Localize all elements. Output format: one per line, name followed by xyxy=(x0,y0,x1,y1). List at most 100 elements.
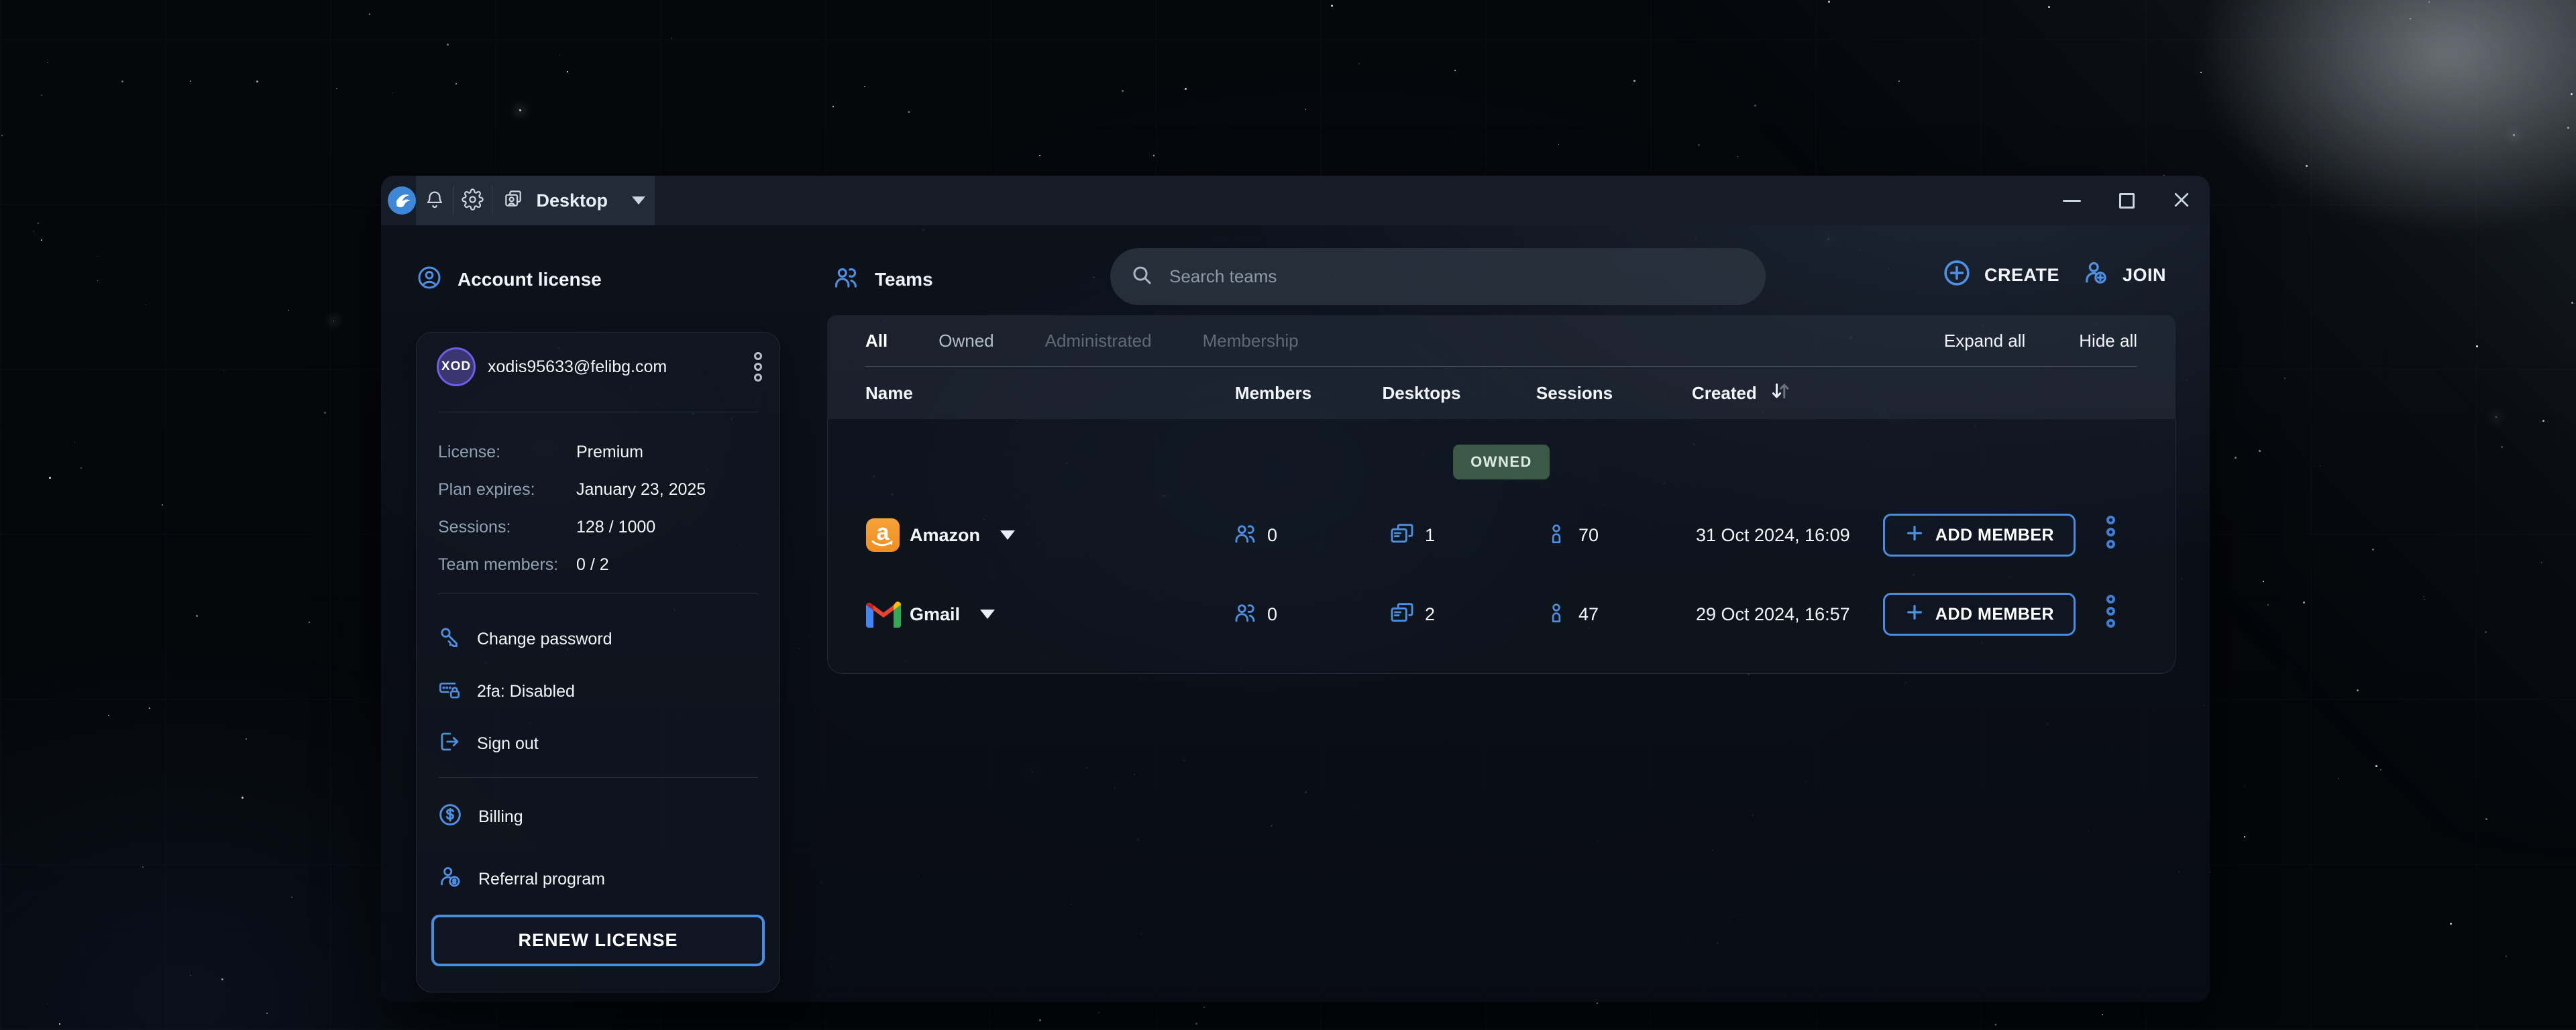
users-icon xyxy=(832,264,860,296)
sessions-value: 128 / 1000 xyxy=(576,518,655,537)
maximize-icon xyxy=(2119,193,2135,209)
team-row-gmail: Gmail 0 2 xyxy=(828,584,2175,644)
kebab-icon xyxy=(754,349,762,384)
account-license-heading: Account license xyxy=(416,265,602,294)
account-license-title: Account license xyxy=(458,269,602,290)
titlebar-segment: Desktop xyxy=(416,176,655,225)
team-name-dropdown[interactable]: Amazon xyxy=(910,505,1015,565)
column-desktops: Desktops xyxy=(1354,367,1489,419)
account-links: Change password 2fa: Disabled Sign out xyxy=(437,613,758,770)
column-name: Name xyxy=(865,367,913,419)
2fa-link[interactable]: 2fa: Disabled xyxy=(437,665,758,718)
change-password-label: Change password xyxy=(477,630,612,649)
renew-license-button[interactable]: RENEW LICENSE xyxy=(431,915,765,966)
bell-icon xyxy=(424,189,445,213)
teams-search xyxy=(1110,248,1766,305)
teams-tabs: All Owned Administrated Membership Expan… xyxy=(827,315,2176,366)
change-password-link[interactable]: Change password xyxy=(437,613,758,665)
column-sessions: Sessions xyxy=(1507,367,1642,419)
app-logo-icon xyxy=(388,186,416,215)
members-count: 0 xyxy=(1267,604,1277,625)
members-cell: 0 xyxy=(1232,584,1277,644)
secondary-links: Billing Referral program xyxy=(437,786,758,911)
created-date: 29 Oct 2024, 16:57 xyxy=(1696,604,1850,625)
amazon-logo: a xyxy=(866,505,900,565)
hide-all-button[interactable]: Hide all xyxy=(2079,331,2137,351)
gear-icon xyxy=(462,188,484,213)
license-label: License: xyxy=(438,443,576,462)
billing-link[interactable]: Billing xyxy=(437,786,758,848)
team-row-amazon: a Amazon 0 xyxy=(828,505,2175,565)
minimize-icon xyxy=(2063,200,2081,202)
sessions-cell: 70 xyxy=(1545,505,1599,565)
team-name: Amazon xyxy=(910,525,980,546)
created-date: 31 Oct 2024, 16:09 xyxy=(1696,525,1850,546)
team-members-value: 0 / 2 xyxy=(576,555,609,575)
tab-owned[interactable]: Owned xyxy=(938,331,994,351)
space-desktop-background: Desktop Account license xyxy=(0,0,2576,1030)
create-team-button[interactable]: CREATE xyxy=(1941,253,2059,296)
team-members-row: Team members: 0 / 2 xyxy=(438,546,758,583)
team-name-dropdown[interactable]: Gmail xyxy=(910,584,995,644)
add-member-label: ADD MEMBER xyxy=(1935,605,2054,624)
members-icon xyxy=(1232,521,1258,550)
license-row: License: Premium xyxy=(438,433,758,471)
sessions-row: Sessions: 128 / 1000 xyxy=(438,508,758,546)
key-icon xyxy=(437,624,462,654)
plus-icon xyxy=(1904,602,1925,627)
column-created-label: Created xyxy=(1692,383,1757,404)
workspace-dropdown[interactable]: Desktop xyxy=(492,176,655,225)
add-member-button[interactable]: ADD MEMBER xyxy=(1883,593,2076,636)
account-email: xodis95633@felibg.com xyxy=(488,357,667,377)
sign-out-link[interactable]: Sign out xyxy=(437,718,758,770)
2fa-label: 2fa: Disabled xyxy=(477,682,575,701)
user-circle-icon xyxy=(416,264,443,296)
account-menu-button[interactable] xyxy=(754,349,762,384)
plan-expires-label: Plan expires: xyxy=(438,480,576,500)
referral-program-label: Referral program xyxy=(478,870,605,889)
settings-button[interactable] xyxy=(454,176,492,225)
notifications-button[interactable] xyxy=(416,176,453,225)
sort-arrows-icon xyxy=(1768,379,1792,408)
teams-panel-header: All Owned Administrated Membership Expan… xyxy=(827,315,2176,419)
expand-all-button[interactable]: Expand all xyxy=(1944,331,2025,351)
search-icon xyxy=(1130,264,1153,290)
close-button[interactable] xyxy=(2171,190,2192,211)
team-menu-button[interactable] xyxy=(2106,512,2115,558)
chevron-down-icon xyxy=(632,196,645,205)
desktops-count: 2 xyxy=(1425,604,1435,625)
account-card: XOD xodis95633@felibg.com License: Premi… xyxy=(416,332,780,992)
teams-title: Teams xyxy=(875,269,933,290)
created-cell: 31 Oct 2024, 16:09 xyxy=(1696,505,1850,565)
team-name: Gmail xyxy=(910,604,960,625)
members-count: 0 xyxy=(1267,525,1277,546)
referral-program-link[interactable]: Referral program xyxy=(437,848,758,911)
tab-all[interactable]: All xyxy=(865,331,888,351)
column-members: Members xyxy=(1206,367,1340,419)
join-team-button[interactable]: JOIN xyxy=(2081,253,2166,296)
team-members-label: Team members: xyxy=(438,555,576,575)
app-window: Desktop Account license xyxy=(381,176,2210,1002)
license-value: Premium xyxy=(576,443,643,462)
kebab-icon xyxy=(2106,591,2115,631)
divider xyxy=(438,777,758,778)
corner-glow xyxy=(2194,0,2576,235)
add-member-label: ADD MEMBER xyxy=(1935,526,2054,545)
close-icon xyxy=(2171,190,2192,212)
plan-expires-value: January 23, 2025 xyxy=(576,480,706,500)
gmail-logo xyxy=(866,584,901,644)
table-header: Name Members Desktops Sessions Created xyxy=(827,367,2176,419)
desktops-icon xyxy=(1389,520,1415,551)
minimize-button[interactable] xyxy=(2061,190,2082,211)
tab-membership[interactable]: Membership xyxy=(1203,331,1299,351)
maximize-button[interactable] xyxy=(2116,190,2137,211)
tab-administrated[interactable]: Administrated xyxy=(1045,331,1152,351)
search-input[interactable] xyxy=(1169,266,1746,287)
plus-circle-icon xyxy=(1941,258,1972,293)
referral-user-icon xyxy=(437,864,464,895)
column-created-sort[interactable]: Created xyxy=(1692,367,1792,419)
teams-header: Teams xyxy=(832,264,933,296)
create-label: CREATE xyxy=(1984,265,2059,286)
team-menu-button[interactable] xyxy=(2106,591,2115,637)
add-member-button[interactable]: ADD MEMBER xyxy=(1883,514,2076,557)
